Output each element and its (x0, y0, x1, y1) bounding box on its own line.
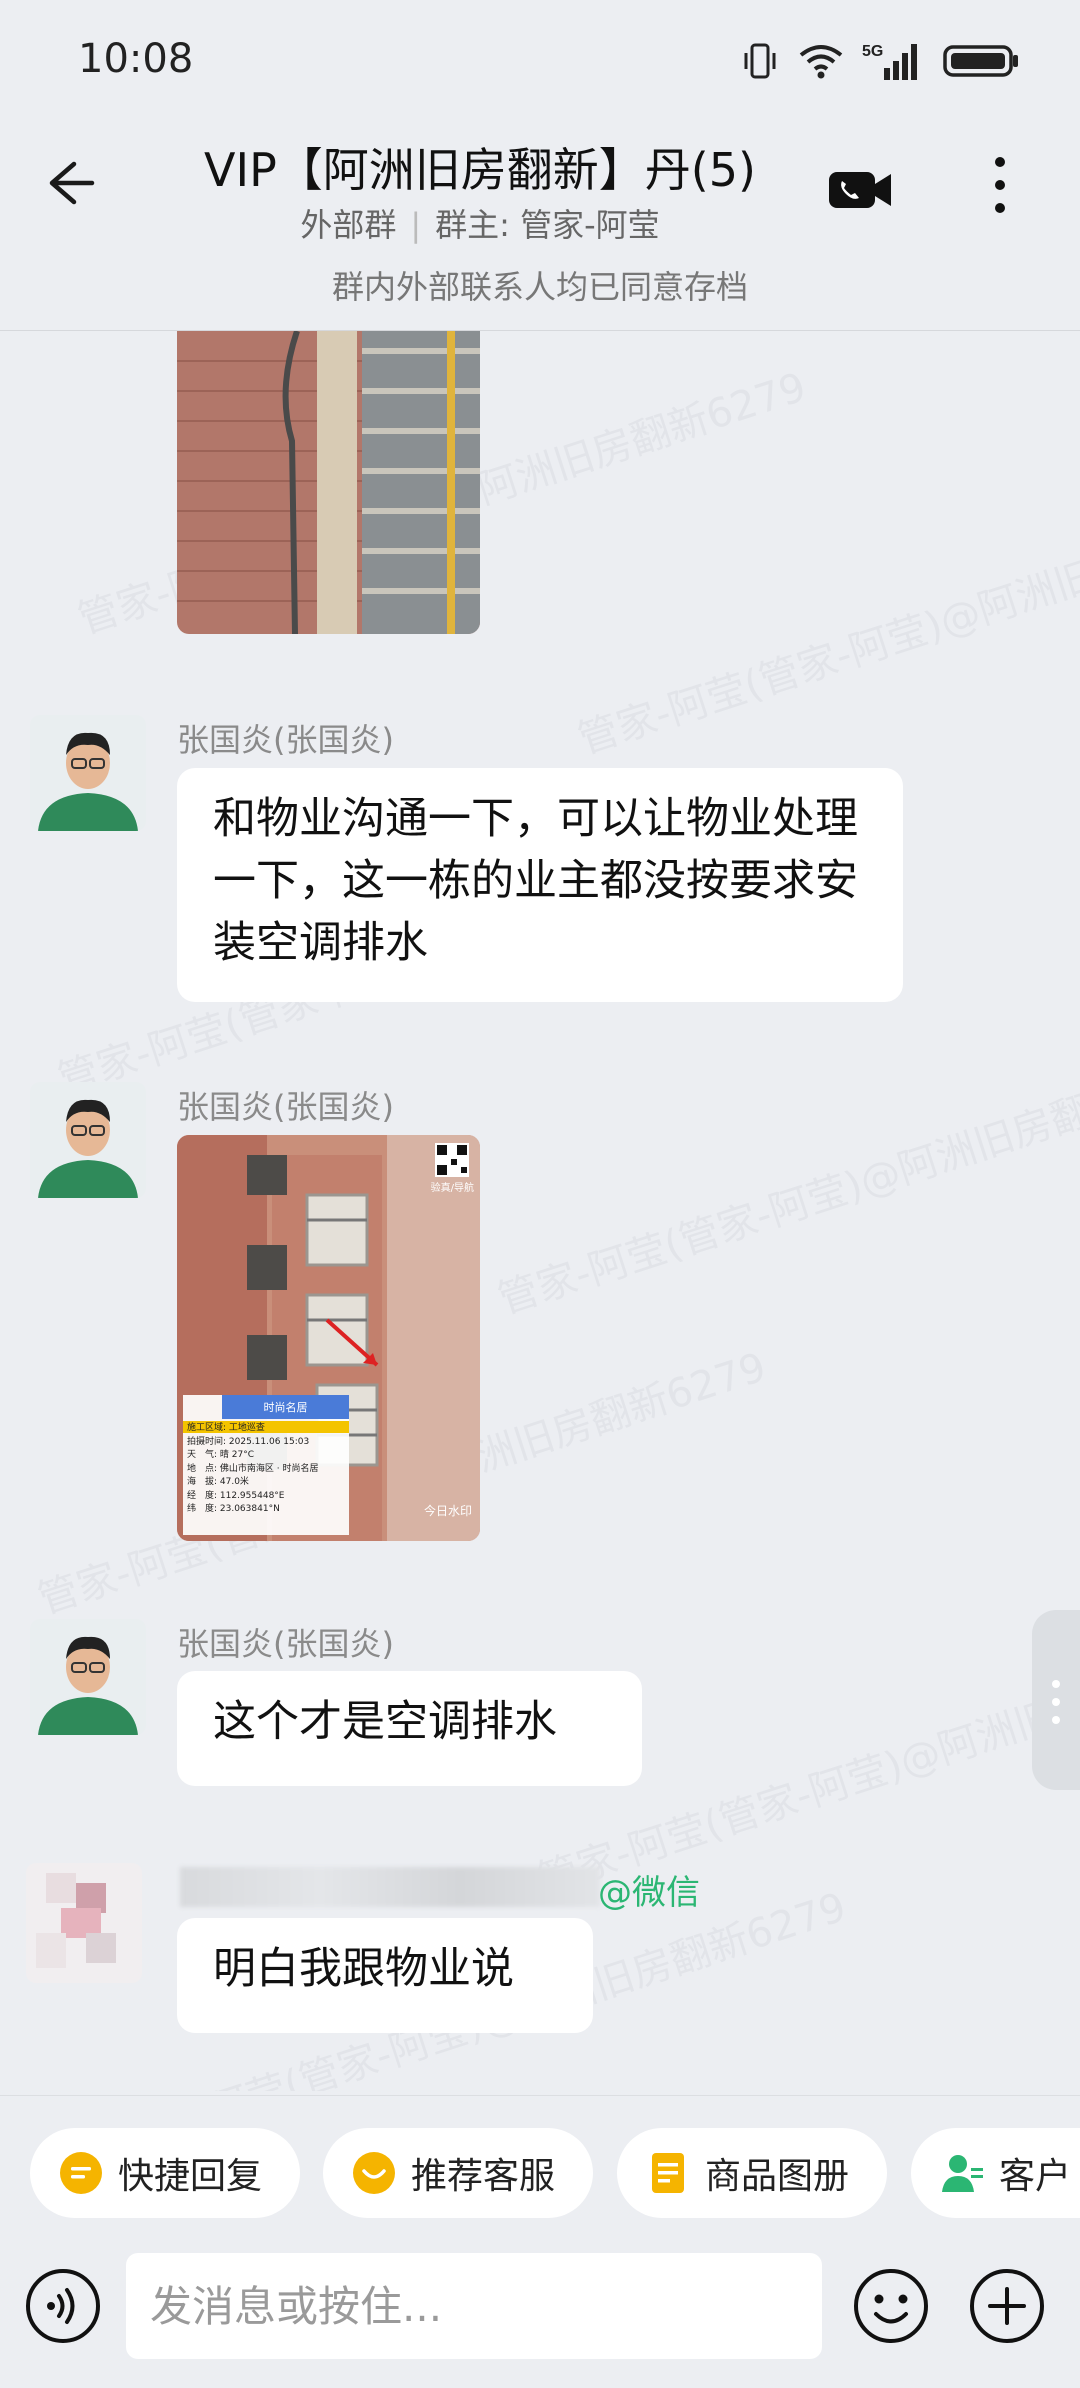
avatar-image (30, 715, 146, 831)
group-title[interactable]: VIP【阿洲旧房翻新】丹(5) (150, 134, 810, 200)
sender-source-suffix: @微信 (598, 1873, 700, 1913)
quick-reply-chip[interactable]: 快捷回复 (30, 2128, 300, 2218)
product-catalog-chip[interactable]: 商品图册 (617, 2128, 887, 2218)
photo-info-line: 经 度: 112.955448°E (187, 1490, 285, 1501)
avatar[interactable] (30, 1082, 146, 1198)
signal-5g-icon: 5G (862, 43, 917, 80)
customer-chip[interactable]: 客户 (911, 2128, 1080, 2218)
sender-name: 张国炎(张国炎) (177, 721, 394, 759)
plus-icon[interactable] (968, 2267, 1046, 2345)
avatar[interactable] (30, 1619, 146, 1735)
photo-qr-label: 验真/导航 (430, 1183, 474, 1194)
photo-info-line: 地 点: 佛山市南海区 · 时尚名居 (187, 1463, 319, 1474)
chat-photo-wall[interactable] (177, 331, 480, 634)
chip-label: 快捷回复 (118, 2156, 263, 2197)
chat-messages[interactable]: 管家-阿莹(管家-阿莹)@阿洲旧房翻新6279 管家-阿莹(管家-阿莹)@阿洲旧… (0, 331, 1080, 2091)
wifi-icon (799, 45, 843, 79)
service-icon (353, 2152, 395, 2194)
message-bubble[interactable]: 这个才是空调排水 (177, 1671, 642, 1786)
chip-label: 客户 (999, 2156, 1072, 2197)
chip-label: 商品图册 (705, 2156, 850, 2197)
reply-icon (60, 2152, 102, 2194)
recommend-service-chip[interactable]: 推荐客服 (323, 2128, 593, 2218)
avatar[interactable] (30, 715, 146, 831)
message-text: 这个才是空调排水 (213, 1697, 557, 1747)
message-text: 和物业沟通一下，可以让物业处理一下，这一栋的业主都没按要求安装空调排水 (213, 794, 858, 968)
side-panel-handle[interactable] (1032, 1610, 1080, 1790)
status-time: 10:08 (78, 36, 194, 82)
status-icons: 5G (740, 40, 1020, 82)
watermark: 管家-阿莹(管家-阿莹)@阿洲旧房翻新6279 (492, 1044, 1080, 1324)
catalog-icon (652, 2153, 684, 2193)
message-text: 明白我跟物业说 (213, 1944, 514, 1994)
group-subtitle: 外部群 | 群主: 管家-阿莹 (300, 206, 660, 244)
emoji-icon[interactable] (852, 2267, 930, 2345)
customer-icon (942, 2155, 983, 2192)
message-input[interactable] (126, 2253, 822, 2359)
archive-notice: 群内外部联系人均已同意存档 (331, 268, 748, 306)
message-bubble[interactable]: 明白我跟物业说 (177, 1918, 593, 2033)
photo-info-line: 天 气: 晴 27°C (187, 1450, 254, 1460)
chat-photo-building[interactable]: 验真/导航 时尚名居 施工区域: 工地巡查 拍摄时间: 2025.11.06 1… (177, 1135, 480, 1541)
sender-name: 张国炎(张国炎) (177, 1088, 394, 1126)
photo-badge: 今日水印 (423, 1504, 472, 1518)
vibrate-icon (744, 43, 776, 79)
photo-info-line: 海 拔: 47.0米 (187, 1477, 249, 1487)
group-owner-label: 群主: 管家-阿莹 (435, 206, 660, 244)
photo-info-line: 拍摄时间: 2025.11.06 15:03 (187, 1436, 310, 1447)
svg-text:5G: 5G (862, 43, 883, 60)
handle-dot (1052, 1698, 1060, 1706)
message-input-bar (0, 2245, 1080, 2388)
quick-action-bar: 快捷回复 推荐客服 商品图册 客户 (0, 2095, 1080, 2246)
video-call-icon[interactable] (825, 160, 895, 220)
chat-header: VIP【阿洲旧房翻新】丹(5) 外部群 | 群主: 管家-阿莹 (0, 120, 1080, 250)
blurred-sender-name (180, 1867, 600, 1907)
chip-label: 推荐客服 (411, 2156, 556, 2197)
avatar-image (30, 1082, 146, 1198)
voice-input-icon[interactable] (24, 2267, 102, 2345)
battery-icon (943, 45, 1018, 77)
more-options-icon[interactable] (980, 150, 1020, 220)
watermark: 管家-阿莹(管家-阿莹)@阿洲旧房翻新6279 (572, 484, 1080, 764)
avatar-blurred[interactable] (26, 1863, 142, 1983)
photo-caption: 时尚名居 (263, 1401, 308, 1414)
group-type-label: 外部群 (300, 206, 397, 244)
handle-dot (1052, 1716, 1060, 1724)
photo-info-line: 纬 度: 23.063841°N (187, 1504, 280, 1514)
wall-photo-image (177, 331, 480, 634)
photo-info-line: 施工区域: 工地巡查 (187, 1423, 265, 1433)
avatar-image (30, 1619, 146, 1735)
status-bar: 10:08 5G (0, 0, 1080, 120)
photo-info: 施工区域: 工地巡查 拍摄时间: 2025.11.06 15:03 天 气: 晴… (187, 1422, 347, 1517)
sender-name: 张国炎(张国炎) (177, 1625, 394, 1663)
handle-dot (1052, 1680, 1060, 1688)
message-bubble[interactable]: 和物业沟通一下，可以让物业处理一下，这一栋的业主都没按要求安装空调排水 (177, 768, 903, 1002)
blurred-avatar-image (26, 1863, 142, 1983)
back-arrow-icon[interactable] (34, 150, 100, 216)
